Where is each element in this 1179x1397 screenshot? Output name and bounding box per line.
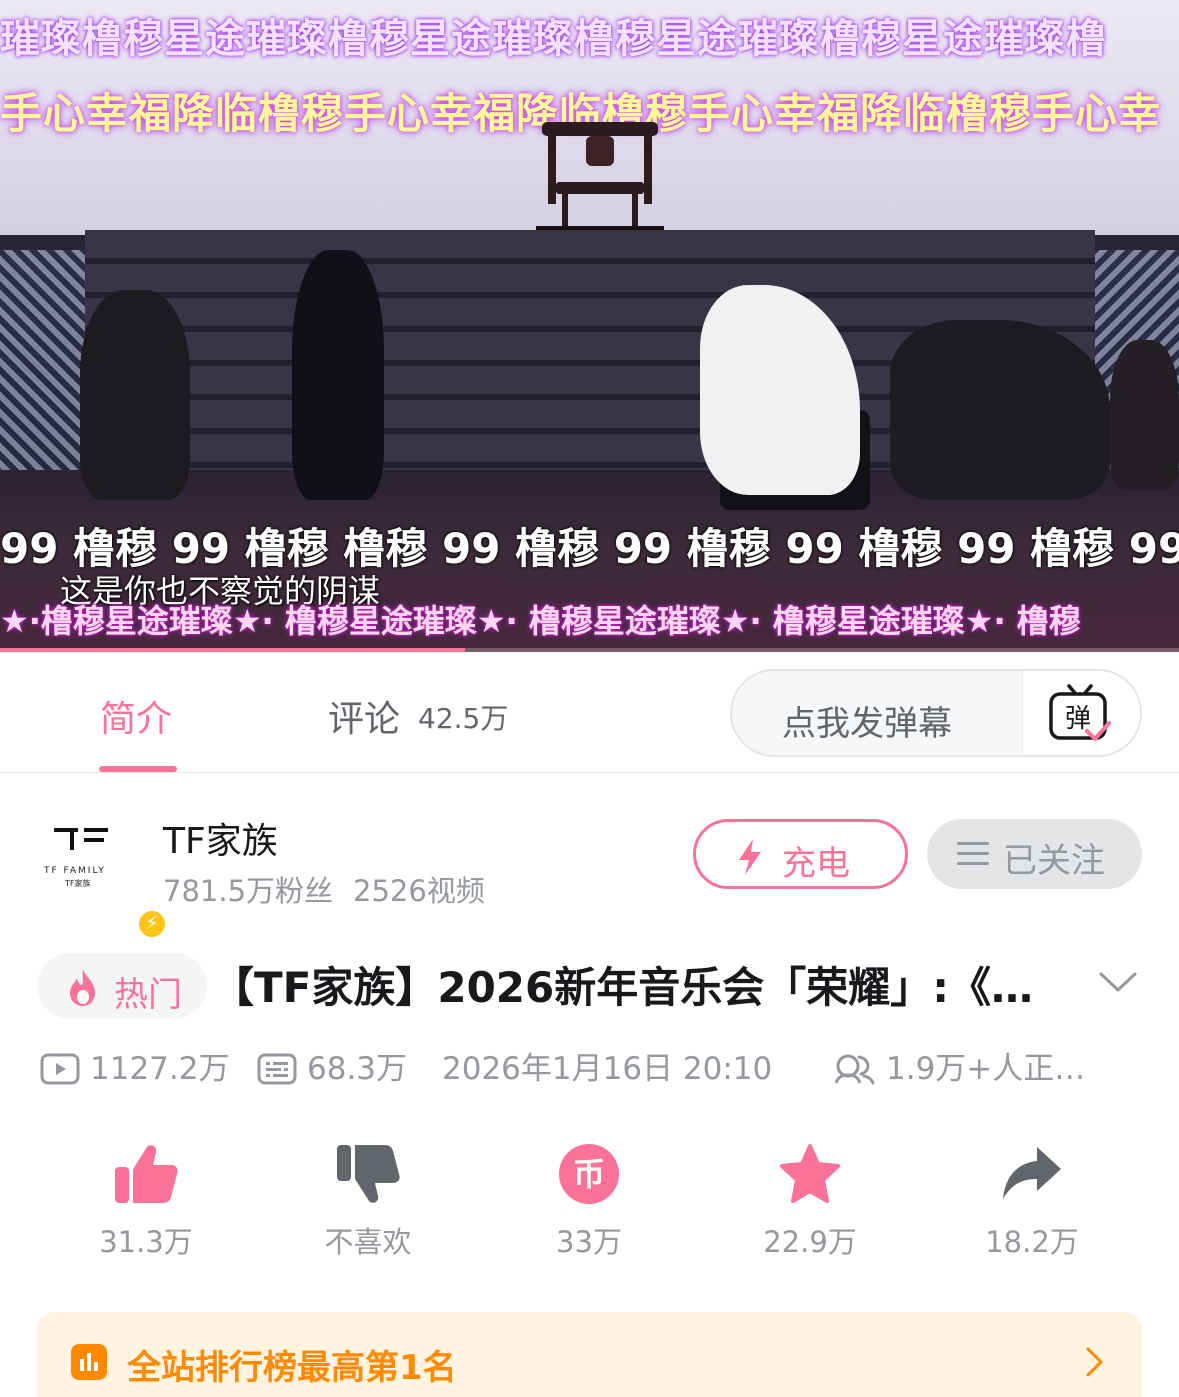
chevron-right-icon [1086, 1347, 1103, 1377]
flame-icon [70, 969, 95, 1006]
danmaku-count-value: 68.3万 [307, 1051, 408, 1087]
dislike-label: 不喜欢 [324, 1225, 412, 1259]
lightning-icon [739, 839, 761, 875]
menu-lines-icon [957, 842, 989, 865]
verified-lightning-icon: ⚡ [136, 908, 168, 940]
thumbs-down-icon [337, 1145, 400, 1203]
video-title-row: 热门 【TF家族】2026新年音乐会「荣耀」:《… [0, 940, 1179, 1035]
view-count-value: 1127.2万 [90, 1051, 230, 1087]
charge-button[interactable]: 充电 [693, 819, 908, 889]
performer-center [292, 250, 384, 500]
watching-now-value: 1.9万+人正… [886, 1051, 1086, 1087]
share-count: 18.2万 [985, 1225, 1079, 1259]
people-icon [834, 1054, 875, 1085]
star-icon [780, 1144, 840, 1203]
favorite-button[interactable]: 22.9万 [730, 1135, 890, 1275]
uploader-followers: 781.5万粉丝 [163, 874, 334, 908]
detail-tabs: 简介 评论 42.5万 点我发弹幕 弹 [0, 652, 1179, 773]
danmaku-input-placeholder: 点我发弹幕 [782, 704, 952, 744]
publish-datetime: 2026年1月16日 20:10 [442, 1051, 773, 1087]
uploader-avatar[interactable]: TF FAMILY TF家族 ⚡ [40, 814, 168, 940]
hot-tag-label: 热门 [114, 975, 182, 1015]
stage-chair [536, 122, 664, 232]
danmaku-toggle-button[interactable]: 弹 [1022, 671, 1140, 755]
view-count: 1127.2万 [40, 1043, 229, 1088]
like-count: 31.3万 [99, 1225, 193, 1259]
tab-comments[interactable]: 评论 [328, 690, 400, 742]
coin-count: 33万 [556, 1225, 622, 1259]
thumbs-up-icon [115, 1145, 178, 1203]
tf-logo-icon [54, 828, 108, 850]
tab-comments-count[interactable]: 42.5万 [418, 697, 508, 737]
followed-button-label: 已关注 [1003, 841, 1105, 881]
uploader-name[interactable]: TF家族 [163, 812, 278, 864]
ranking-label: 全站排行榜最高第1名 [127, 1348, 457, 1388]
avatar-logo-text: TF FAMILY [44, 866, 106, 876]
coin-icon: 币 [559, 1144, 619, 1204]
danmaku-list-icon [257, 1053, 297, 1085]
charge-button-label: 充电 [782, 844, 850, 884]
share-button[interactable]: 18.2万 [952, 1135, 1112, 1275]
ranking-banner[interactable]: 全站排行榜最高第1名 [37, 1312, 1142, 1397]
bar-chart-icon [71, 1344, 107, 1380]
watching-now: 1.9万+人正… [832, 1043, 1122, 1088]
svg-text:币: 币 [573, 1155, 605, 1193]
like-button[interactable]: 31.3万 [66, 1135, 226, 1275]
chevron-down-icon[interactable] [1098, 970, 1138, 994]
coin-button[interactable]: 币 33万 [509, 1135, 669, 1275]
favorite-count: 22.9万 [763, 1225, 857, 1259]
danmaku-comment-pink: ★·橹穆星途璀璨★· 橹穆星途璀璨★· 橹穆星途璀璨★· 橹穆星途璀璨★· 橹穆 [0, 602, 1081, 640]
share-arrow-icon [1003, 1147, 1061, 1199]
followed-button[interactable]: 已关注 [927, 819, 1142, 889]
performer-dancer-far-right [1110, 340, 1179, 490]
play-box-icon [40, 1053, 80, 1085]
dislike-button[interactable]: 不喜欢 [288, 1135, 448, 1275]
video-player[interactable]: 璀璨橹穆星途璀璨橹穆星途璀璨橹穆星途璀璨橹穆星途璀璨橹 手心幸福降临橹穆手心幸福… [0, 0, 1179, 652]
tab-intro[interactable]: 简介 [100, 690, 172, 742]
uploader-stats: 781.5万粉丝 2526视频 [163, 868, 485, 910]
performer-dancer-left [80, 290, 190, 500]
danmaku-tv-icon: 弹 [1049, 684, 1111, 741]
danmaku-input[interactable]: 点我发弹幕 弹 [730, 669, 1142, 757]
danmaku-count: 68.3万 [257, 1043, 407, 1088]
tab-active-indicator [99, 766, 177, 772]
uploader-video-count: 2526视频 [353, 874, 485, 908]
avatar-logo-subtext: TF家族 [65, 879, 91, 888]
video-title: 【TF家族】2026新年音乐会「荣耀」:《… [212, 963, 1034, 1012]
action-bar: 31.3万 不喜欢 币 33万 22.9万 18.2万 [0, 1135, 1179, 1275]
video-meta-row: 1127.2万 68.3万 2026年1月16日 20:10 1.9万+人正… [0, 1035, 1179, 1095]
uploader-section: TF FAMILY TF家族 ⚡ TF家族 781.5万粉丝 2526视频 充电 … [0, 774, 1179, 940]
led-scroll-text-top: 璀璨橹穆星途璀璨橹穆星途璀璨橹穆星途璀璨橹穆星途璀璨橹 [0, 16, 1107, 62]
performer-dancer-right [890, 320, 1110, 500]
hot-tag[interactable]: 热门 [37, 953, 207, 1019]
